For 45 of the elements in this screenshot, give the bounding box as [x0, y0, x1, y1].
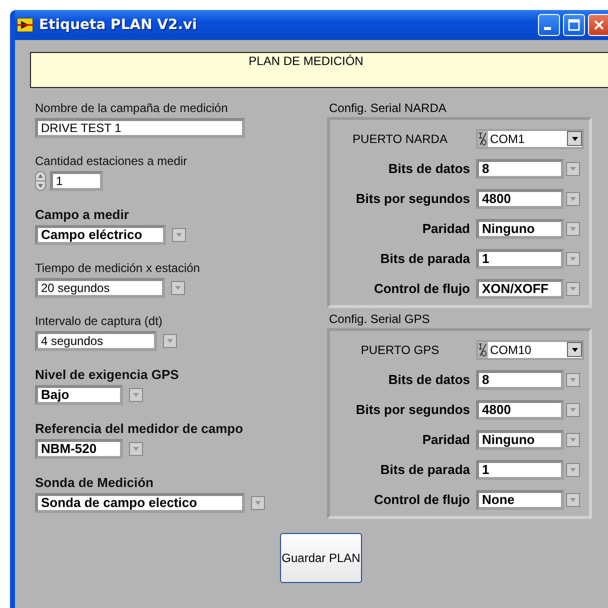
setting-label: Control de flujo — [372, 492, 471, 507]
field-label: Tiempo de medición x estación — [35, 261, 201, 275]
dropdown-field[interactable]: None — [476, 490, 564, 510]
dropdown-field[interactable]: Ninguno — [476, 430, 564, 450]
dropdown-field[interactable]: 1 — [476, 248, 564, 268]
port-selector[interactable]: COM1 — [476, 128, 584, 148]
setting-label: Bits por segundos — [354, 191, 471, 206]
setting-label: Paridad — [421, 432, 471, 447]
save-button[interactable]: Guardar PLAN — [280, 533, 362, 583]
section-title: Config. Serial NARDA — [329, 101, 448, 115]
dropdown-field[interactable]: 20 segundos — [35, 278, 165, 298]
input-field[interactable]: DRIVE TEST 1 — [35, 118, 245, 138]
setting-label: PUERTO NARDA — [352, 132, 448, 146]
dropdown-field[interactable]: Campo eléctrico — [35, 225, 166, 245]
setting-label: Bits de datos — [387, 372, 471, 387]
dropdown-field[interactable]: 1 — [476, 460, 564, 480]
dropdown-field[interactable]: NBM-520 — [35, 439, 123, 459]
dropdown-field[interactable]: 4800 — [476, 400, 564, 420]
field-label: Campo a medir — [35, 207, 130, 222]
field-label: Cantidad estaciones a medir — [35, 154, 188, 168]
field-label: Sonda de Medición — [35, 475, 154, 490]
dropdown-field[interactable]: 4 segundos — [35, 331, 157, 351]
plan-banner: PLAN DE MEDICIÓN — [30, 52, 608, 88]
dropdown-field[interactable]: XON/XOFF — [476, 278, 564, 298]
setting-label: Bits de parada — [379, 462, 471, 477]
field-label: Nombre de la campaña de medición — [35, 101, 229, 115]
setting-label: Bits por segundos — [354, 402, 471, 417]
setting-label: Bits de datos — [387, 161, 471, 176]
field-label: Intervalo de captura (dt) — [35, 314, 164, 328]
window-title: Etiqueta PLAN V2.vi — [39, 17, 198, 33]
setting-label: Control de flujo — [372, 281, 471, 296]
input-field[interactable]: 1 — [50, 171, 103, 191]
dropdown-field[interactable]: Sonda de campo electico — [35, 493, 245, 513]
dropdown-field[interactable]: Bajo — [35, 385, 123, 405]
setting-label: Paridad — [421, 221, 471, 236]
dropdown-field[interactable]: 4800 — [476, 188, 564, 208]
field-label: Referencia del medidor de campo — [35, 421, 244, 436]
port-selector[interactable]: COM10 — [476, 340, 584, 360]
dropdown-field[interactable]: Ninguno — [476, 218, 564, 238]
field-label: Nivel de exigencia GPS — [35, 367, 180, 382]
setting-label: PUERTO GPS — [360, 342, 440, 356]
dropdown-field[interactable]: 8 — [476, 370, 564, 390]
dropdown-field[interactable]: 8 — [476, 158, 564, 178]
section-title: Config. Serial GPS — [329, 312, 431, 326]
setting-label: Bits de parada — [379, 251, 471, 266]
